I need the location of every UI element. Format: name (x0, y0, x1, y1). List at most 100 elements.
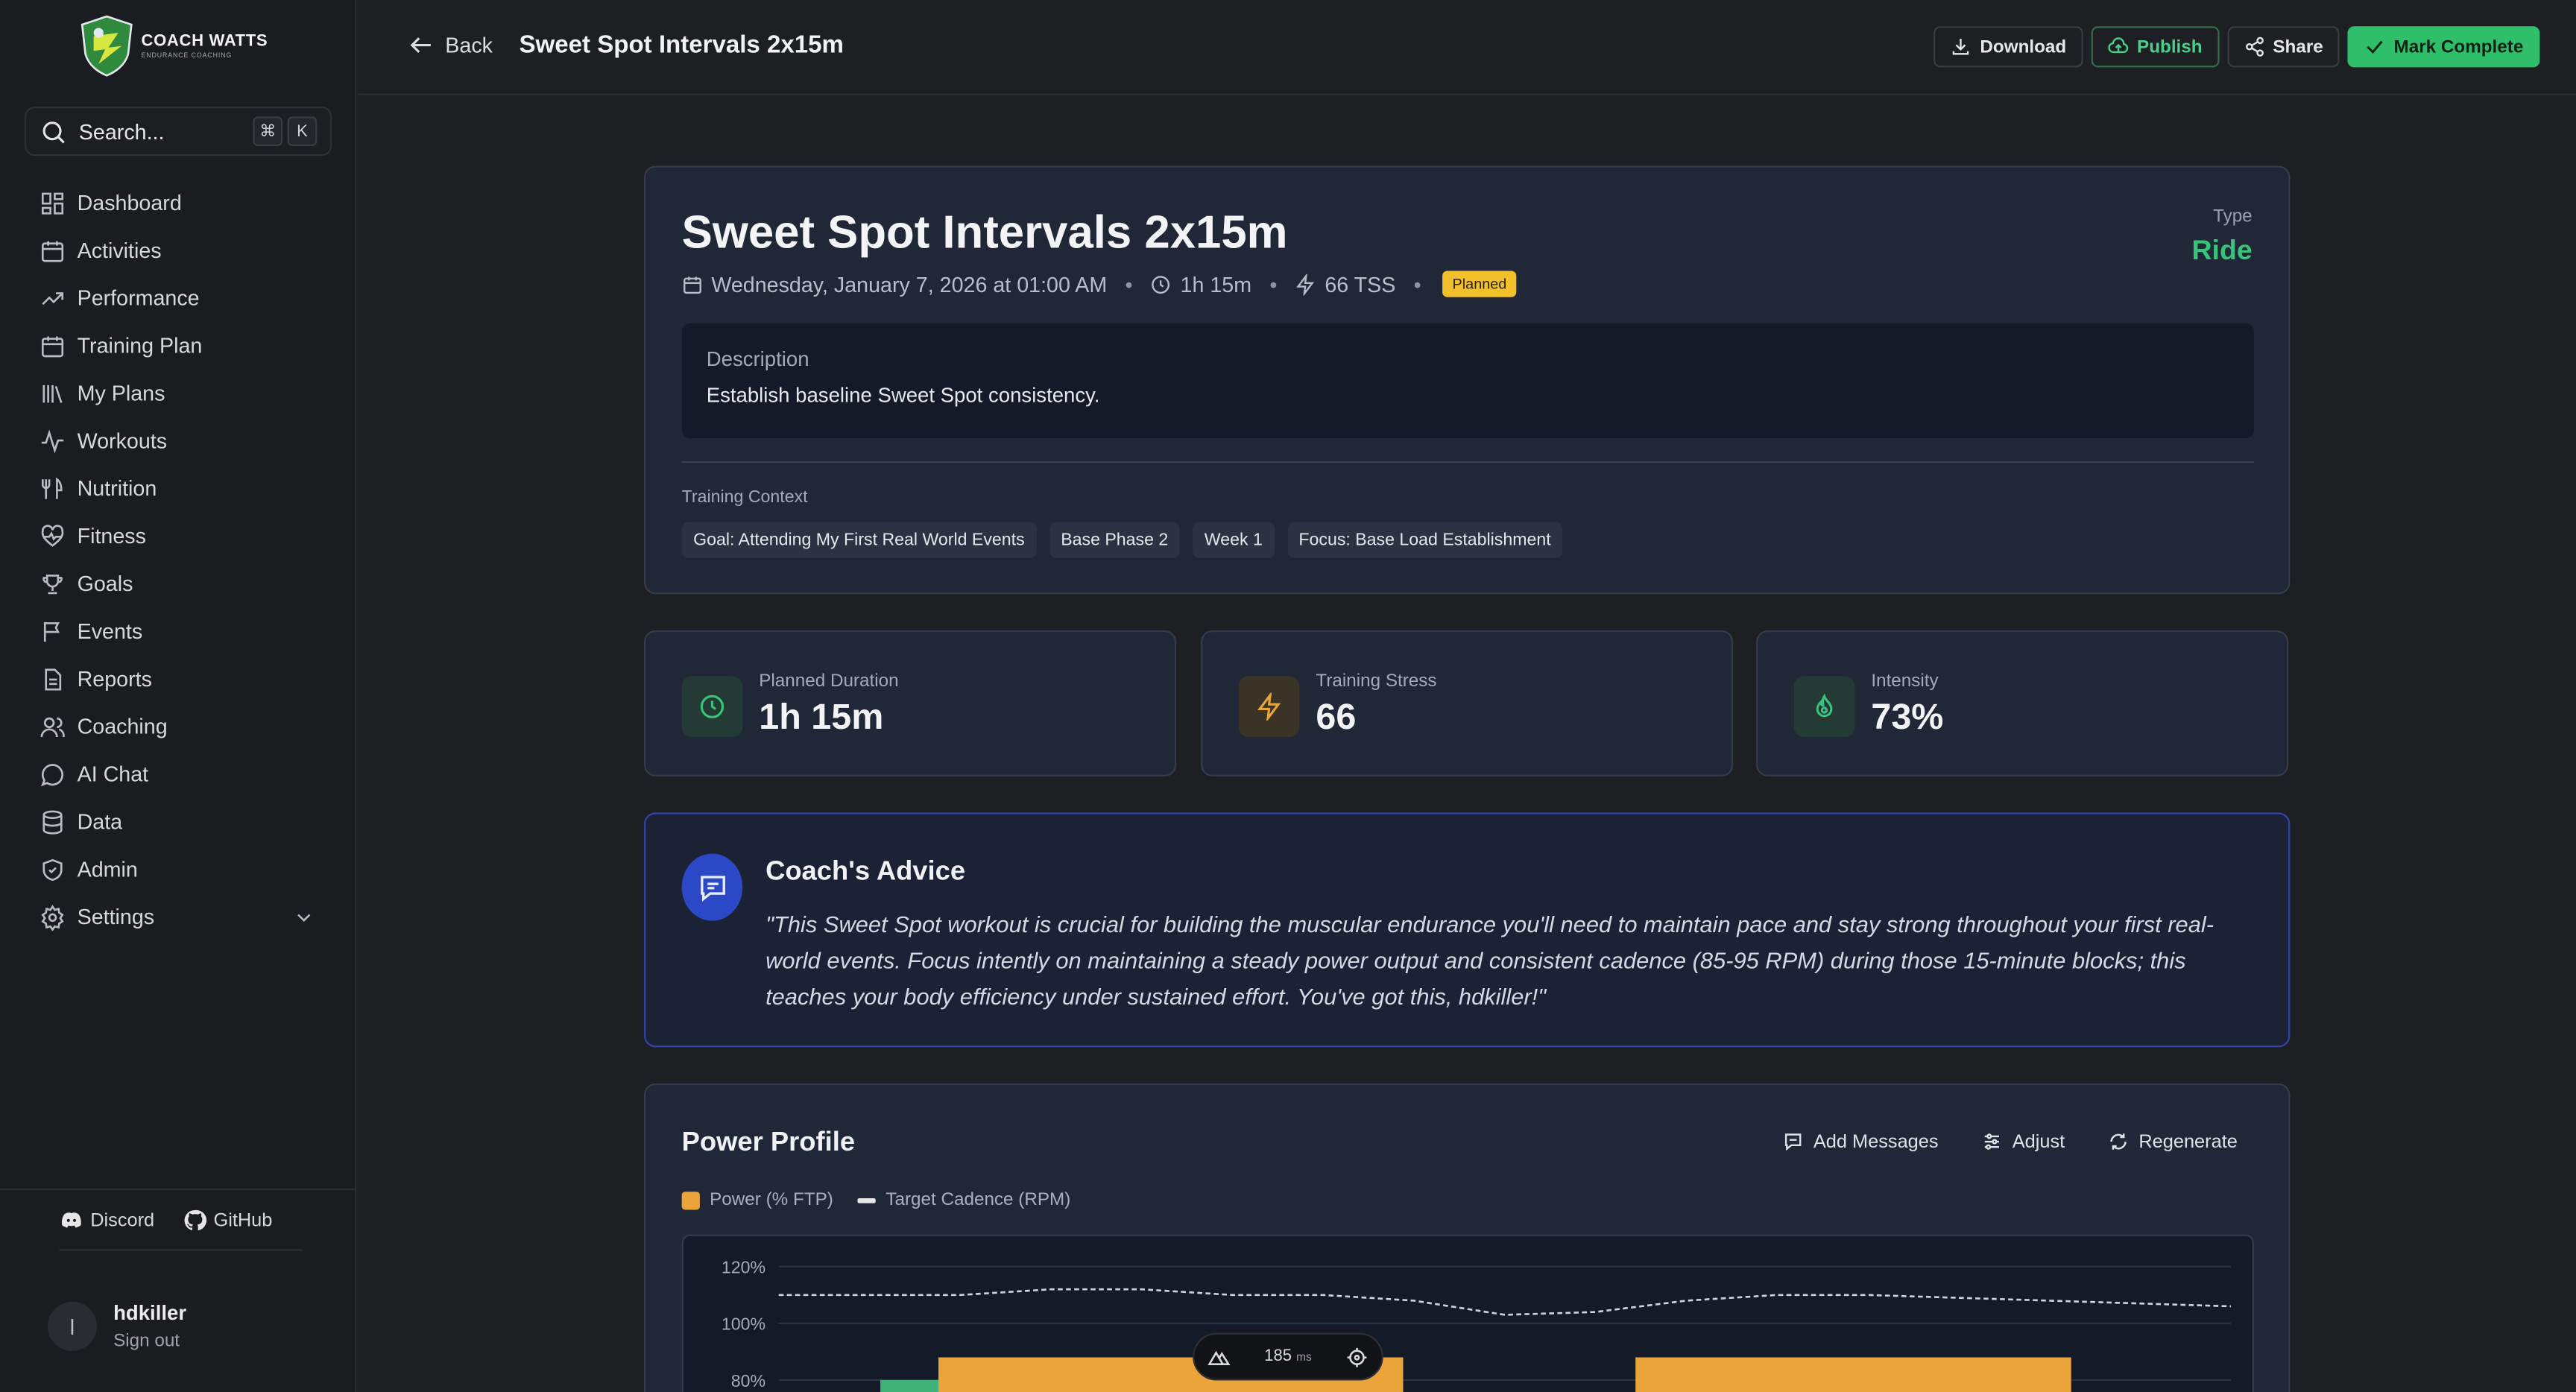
nav-item-settings[interactable]: Settings (40, 893, 335, 940)
nav-item-admin[interactable]: Admin (40, 845, 335, 893)
legend-item-cadence[interactable]: Target Cadence (RPM) (857, 1190, 1070, 1209)
regenerate-label: Regenerate (2138, 1131, 2238, 1152)
advice-text: "This Sweet Spot workout is crucial for … (765, 911, 2214, 1010)
stat-value: 73% (1871, 695, 1944, 738)
nuxt-icon (1208, 1350, 1231, 1364)
shortcut-key-k: K (287, 116, 318, 147)
type-value: Ride (2191, 235, 2253, 266)
sliders-icon (1984, 1133, 1999, 1150)
context-tag: Week 1 (1193, 522, 1275, 558)
chevron-down-icon[interactable] (292, 905, 315, 928)
stat-card-training-stress: Training Stress 66 (1201, 630, 1734, 776)
discord-icon (61, 1212, 81, 1228)
power-profile-card: Power Profile Add Messages Adjust Regene… (643, 1083, 2291, 1392)
top-bar: Back Sweet Spot Intervals 2x15m Download… (358, 0, 2576, 95)
bolt-icon (1297, 273, 1315, 295)
nav-item-performance[interactable]: Performance (40, 274, 335, 322)
nav-item-activities[interactable]: Activities (40, 227, 335, 274)
user-menu[interactable]: l hdkiller Sign out (47, 1301, 186, 1351)
perf-overlay[interactable]: 185 ms (1193, 1332, 1383, 1381)
share-button[interactable]: Share (2226, 26, 2340, 68)
add-messages-label: Add Messages (1813, 1131, 1939, 1152)
users-icon (40, 716, 65, 737)
power-actions: Add Messages Adjust Regenerate (1782, 1131, 2238, 1153)
calendar-icon (684, 276, 701, 294)
power-chart[interactable]: 120% 100% 80% (681, 1234, 2254, 1392)
regenerate-button[interactable]: Regenerate (2107, 1131, 2238, 1153)
nav-label: Workouts (77, 428, 168, 453)
cloud-upload-icon (2107, 37, 2128, 54)
legend-item-power[interactable]: Power (% FTP) (681, 1190, 833, 1209)
share-icon (2245, 37, 2263, 57)
y-tick-label: 80% (731, 1371, 765, 1391)
bolt-icon (1257, 692, 1281, 721)
status-badge: Planned (1442, 271, 1517, 297)
discord-link[interactable]: Discord (59, 1208, 154, 1233)
nav-item-events[interactable]: Events (40, 607, 335, 655)
message-icon (700, 875, 724, 901)
sidebar: COACH WATTS ENDURANCE COACHING Search...… (0, 0, 357, 1392)
calendar-icon (41, 240, 64, 262)
shortcut-key-mod: ⌘ (253, 116, 283, 147)
perf-unit: ms (1296, 1353, 1312, 1364)
nav-item-goals[interactable]: Goals (40, 560, 335, 607)
context-tag: Focus: Base Load Establishment (1287, 522, 1563, 558)
mark-complete-label: Mark Complete (2393, 37, 2524, 57)
github-label: GitHub (213, 1210, 273, 1230)
sign-out-link[interactable]: Sign out (113, 1331, 186, 1350)
mark-complete-button[interactable]: Mark Complete (2347, 26, 2540, 68)
brand-tagline: ENDURANCE COACHING (141, 51, 233, 60)
nav-item-reports[interactable]: Reports (40, 655, 335, 703)
page-title: Sweet Spot Intervals 2x15m (519, 31, 844, 60)
crosshair-icon (1347, 1347, 1367, 1367)
nav-label: Nutrition (77, 475, 157, 501)
stat-label: Intensity (1871, 671, 1939, 692)
avatar: l (47, 1301, 98, 1351)
toolbar: Download Publish Share Mark Complete (1933, 26, 2540, 68)
search-input[interactable]: Search... ⌘ K (25, 107, 332, 156)
nav-label: Performance (77, 285, 200, 311)
github-link[interactable]: GitHub (183, 1208, 273, 1233)
stat-icon-box (681, 676, 743, 738)
shield-logo-icon (80, 15, 133, 77)
nav-label: Events (77, 619, 143, 644)
perf-value: 185 (1264, 1347, 1292, 1366)
search-placeholder: Search... (78, 118, 165, 144)
clock-icon (1152, 275, 1171, 294)
back-button[interactable]: Back (408, 31, 493, 59)
nav-item-coaching[interactable]: Coaching (40, 703, 335, 750)
search-icon (42, 121, 65, 143)
publish-button[interactable]: Publish (2091, 26, 2219, 68)
nav-label: Reports (77, 666, 152, 692)
download-button[interactable]: Download (1933, 26, 2083, 68)
cadence-line (778, 1288, 2232, 1316)
download-label: Download (1980, 37, 2067, 57)
database-icon (42, 809, 63, 834)
nav-item-my-plans[interactable]: My Plans (40, 370, 335, 417)
flag-icon (43, 621, 60, 642)
github-icon (184, 1209, 207, 1231)
workout-meta: Wednesday, January 7, 2026 at 01:00 AM •… (682, 271, 1517, 297)
divider (59, 1249, 303, 1251)
nav-label: Fitness (77, 523, 146, 548)
nav-item-fitness[interactable]: Fitness (40, 512, 335, 560)
add-messages-button[interactable]: Add Messages (1782, 1131, 1939, 1153)
nav-item-nutrition[interactable]: Nutrition (40, 464, 335, 512)
heart-pulse-icon (41, 524, 64, 546)
nav-item-workouts[interactable]: Workouts (40, 417, 335, 465)
trend-icon (42, 291, 64, 305)
brand-logo[interactable]: COACH WATTS ENDURANCE COACHING (79, 15, 268, 77)
power-block (880, 1379, 939, 1392)
stat-card-intensity: Intensity 73% (1756, 630, 2289, 776)
nav-item-training-plan[interactable]: Training Plan (40, 322, 335, 370)
nav-item-data[interactable]: Data (40, 798, 335, 846)
adjust-button[interactable]: Adjust (1981, 1131, 2065, 1153)
legend-swatch (681, 1191, 700, 1209)
message-plus-icon (1784, 1133, 1802, 1151)
download-icon (1953, 39, 1969, 55)
nav-item-dashboard[interactable]: Dashboard (40, 179, 335, 227)
dashboard-icon (41, 192, 64, 214)
nav-label: Settings (77, 904, 155, 929)
flame-icon (1816, 693, 1833, 718)
nav-item-ai-chat[interactable]: AI Chat (40, 750, 335, 798)
